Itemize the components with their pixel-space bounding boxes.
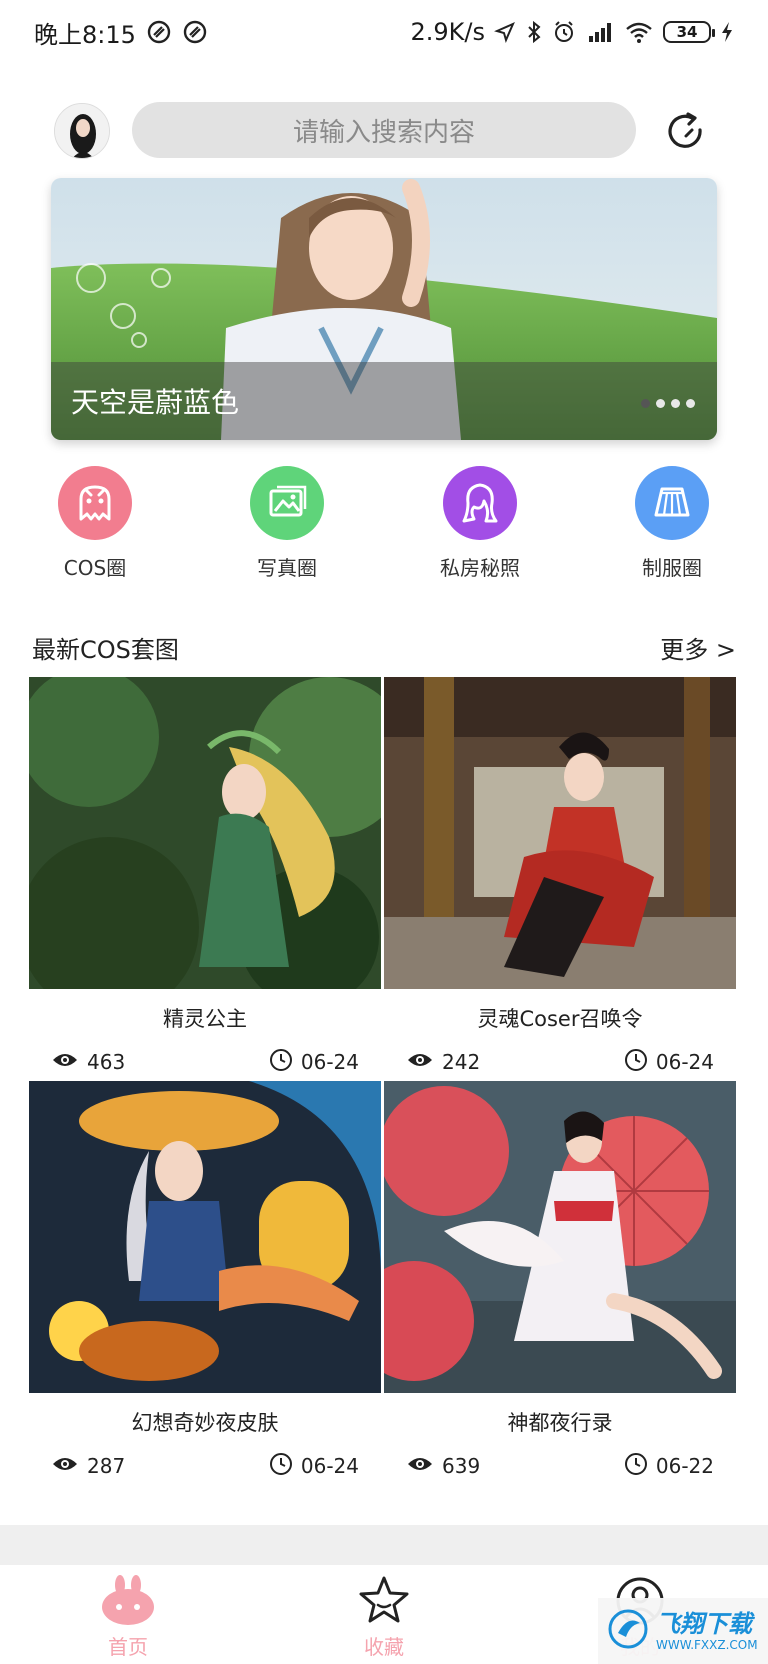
cos-card[interactable]: 灵魂Coser召唤令 242 06-24 bbox=[384, 677, 736, 1077]
charging-icon bbox=[720, 21, 734, 43]
bottom-nav: 首页 收藏 我的 飞翔下载 WWW.FXXZ.COM bbox=[0, 1565, 768, 1664]
clock-icon bbox=[624, 1048, 648, 1077]
card-image bbox=[29, 1081, 381, 1393]
banner-caption: 天空是蔚蓝色 bbox=[51, 362, 717, 440]
view-count: 242 bbox=[442, 1050, 481, 1074]
card-title: 幻想奇妙夜皮肤 bbox=[131, 1411, 279, 1435]
bluetooth-icon bbox=[525, 20, 543, 44]
nav-home[interactable]: 首页 bbox=[68, 1575, 188, 1660]
location-icon bbox=[494, 21, 516, 43]
category-uniform[interactable]: 制服圈 bbox=[612, 466, 732, 581]
carousel-dot[interactable] bbox=[656, 399, 665, 408]
card-meta: 639 06-22 bbox=[384, 1451, 736, 1481]
cos-card[interactable]: 神都夜行录 639 06-22 bbox=[384, 1081, 736, 1481]
star-icon bbox=[356, 1575, 412, 1629]
card-date: 06-24 bbox=[300, 1050, 359, 1074]
eye-icon bbox=[406, 1454, 434, 1479]
card-image bbox=[384, 1081, 736, 1393]
category-label: 制服圈 bbox=[642, 556, 702, 580]
card-date: 06-24 bbox=[655, 1050, 714, 1074]
watermark-logo-icon bbox=[606, 1607, 650, 1655]
category-private[interactable]: 私房秘照 bbox=[420, 466, 540, 581]
carousel-dot[interactable] bbox=[686, 399, 695, 408]
app-notification-icon-2 bbox=[182, 19, 208, 45]
category-cos[interactable]: COS圈 bbox=[35, 466, 155, 581]
more-link[interactable]: 更多 > bbox=[660, 630, 736, 665]
refresh-icon[interactable] bbox=[662, 108, 710, 156]
card-meta: 463 06-24 bbox=[29, 1047, 381, 1077]
card-title: 灵魂Coser召唤令 bbox=[477, 1007, 643, 1031]
view-count: 287 bbox=[87, 1454, 126, 1478]
status-bar: 晚上8:15 2.9K/s 34 bbox=[0, 0, 768, 64]
nav-favorites[interactable]: 收藏 bbox=[324, 1575, 444, 1660]
watermark-sub: WWW.FXXZ.COM bbox=[656, 1637, 758, 1652]
view-count: 639 bbox=[442, 1454, 481, 1478]
ghost-icon bbox=[58, 466, 132, 540]
card-image bbox=[29, 677, 381, 989]
top-header: 请输入搜索内容 bbox=[0, 100, 768, 162]
app-notification-icon bbox=[146, 19, 172, 45]
search-input[interactable]: 请输入搜索内容 bbox=[132, 102, 636, 158]
clock-icon bbox=[624, 1452, 648, 1481]
category-label: 写真圈 bbox=[257, 556, 317, 580]
card-date: 06-22 bbox=[655, 1454, 714, 1478]
card-meta: 287 06-24 bbox=[29, 1451, 381, 1481]
cos-card[interactable]: 精灵公主 463 06-24 bbox=[29, 677, 381, 1077]
wifi-icon bbox=[624, 20, 654, 44]
section-title: 最新COS套图 bbox=[32, 636, 179, 664]
user-avatar[interactable] bbox=[54, 103, 110, 159]
photo-icon bbox=[250, 466, 324, 540]
category-photo[interactable]: 写真圈 bbox=[227, 466, 347, 581]
skirt-icon bbox=[635, 466, 709, 540]
card-title: 神都夜行录 bbox=[507, 1411, 613, 1435]
card-title: 精灵公主 bbox=[163, 1007, 247, 1031]
clock-icon bbox=[269, 1452, 293, 1481]
eye-icon bbox=[51, 1454, 79, 1479]
nav-label: 收藏 bbox=[364, 1635, 404, 1659]
cos-card[interactable]: 幻想奇妙夜皮肤 287 06-24 bbox=[29, 1081, 381, 1481]
card-meta: 242 06-24 bbox=[384, 1047, 736, 1077]
banner-carousel[interactable]: 天空是蔚蓝色 bbox=[51, 178, 717, 440]
signal-icon bbox=[585, 20, 615, 44]
category-label: COS圈 bbox=[63, 556, 127, 580]
eye-icon bbox=[51, 1050, 79, 1075]
category-label: 私房秘照 bbox=[440, 556, 520, 580]
status-time: 晚上8:15 bbox=[34, 20, 136, 49]
clock-icon bbox=[269, 1048, 293, 1077]
carousel-dot[interactable] bbox=[641, 399, 650, 408]
card-date: 06-24 bbox=[300, 1454, 359, 1478]
category-row: COS圈 写真圈 私房秘照 制服圈 bbox=[0, 466, 768, 586]
nav-label: 首页 bbox=[108, 1635, 148, 1659]
carousel-dots bbox=[641, 399, 695, 408]
eye-icon bbox=[406, 1050, 434, 1075]
bunny-icon bbox=[100, 1575, 156, 1629]
section-divider bbox=[0, 1525, 768, 1565]
card-image bbox=[384, 677, 736, 989]
watermark: 飞翔下载 WWW.FXXZ.COM bbox=[598, 1598, 768, 1664]
woman-head-icon bbox=[443, 466, 517, 540]
network-speed: 2.9K/s bbox=[410, 18, 486, 46]
watermark-main: 飞翔下载 bbox=[656, 1609, 752, 1638]
battery-indicator: 34 bbox=[663, 21, 715, 43]
alarm-icon bbox=[552, 20, 576, 44]
view-count: 463 bbox=[87, 1050, 126, 1074]
carousel-dot[interactable] bbox=[671, 399, 680, 408]
